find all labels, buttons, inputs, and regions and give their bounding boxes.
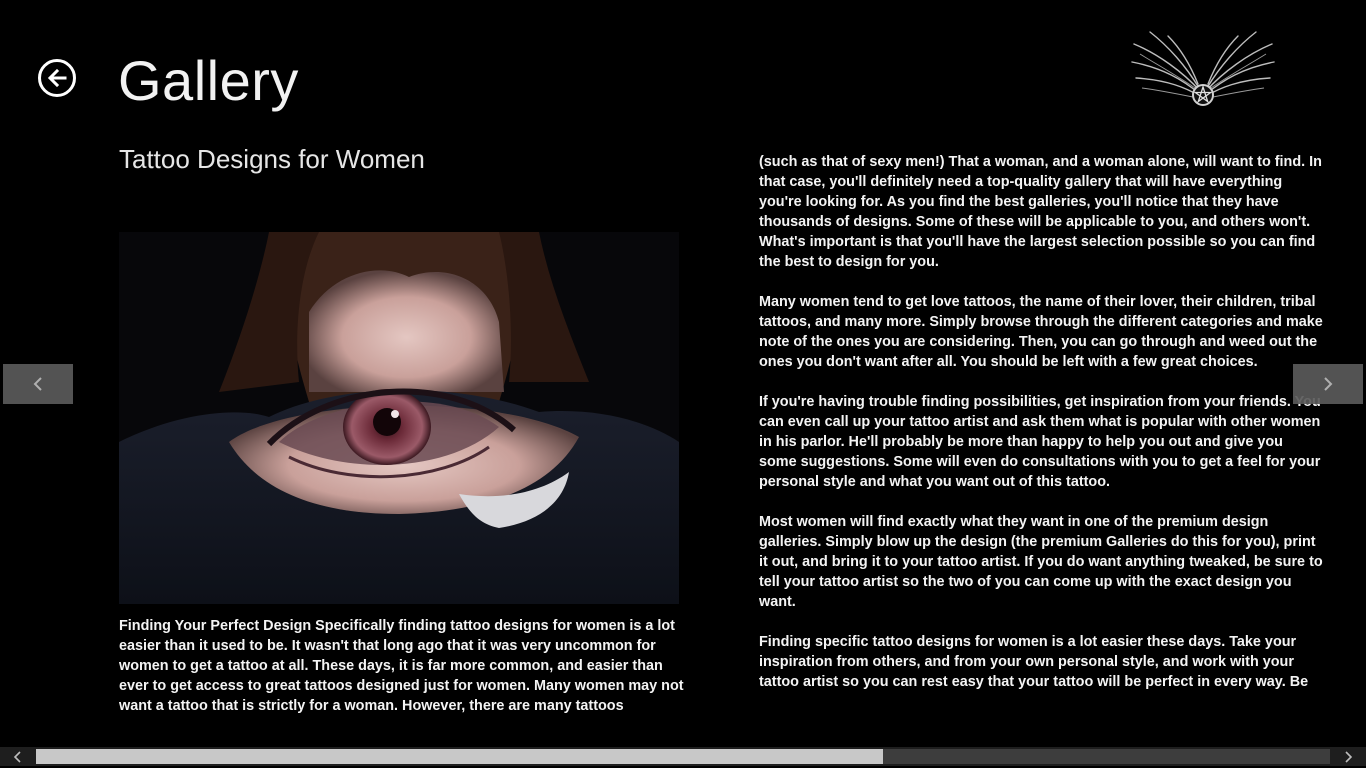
eye-tattoo-photo [119,232,679,604]
horizontal-scrollbar[interactable] [0,747,1366,766]
article-text-column-1: Finding Your Perfect Design Specifically… [119,618,684,714]
previous-page-button[interactable] [3,364,73,404]
scroll-right-button[interactable] [1330,747,1366,766]
back-button[interactable] [38,59,76,97]
page-title: Gallery [118,49,299,112]
scroll-right-icon [1345,750,1353,763]
back-arrow-icon [47,68,67,88]
article-subtitle: Tattoo Designs for Women [119,144,425,174]
next-page-button[interactable] [1293,364,1363,404]
scroll-left-button[interactable] [0,747,36,766]
scroll-thumb[interactable] [36,749,883,764]
article-image [119,232,679,604]
winged-pentagram-logo [1131,31,1275,106]
scroll-left-icon [13,750,21,763]
article-text-column-2: (such as that of sexy men!) That a woman… [759,154,1323,690]
app-page: Gallery Tattoo Designs for Women Finding… [0,0,1366,768]
chevron-left-icon [33,377,42,391]
chevron-right-icon [1324,377,1333,391]
